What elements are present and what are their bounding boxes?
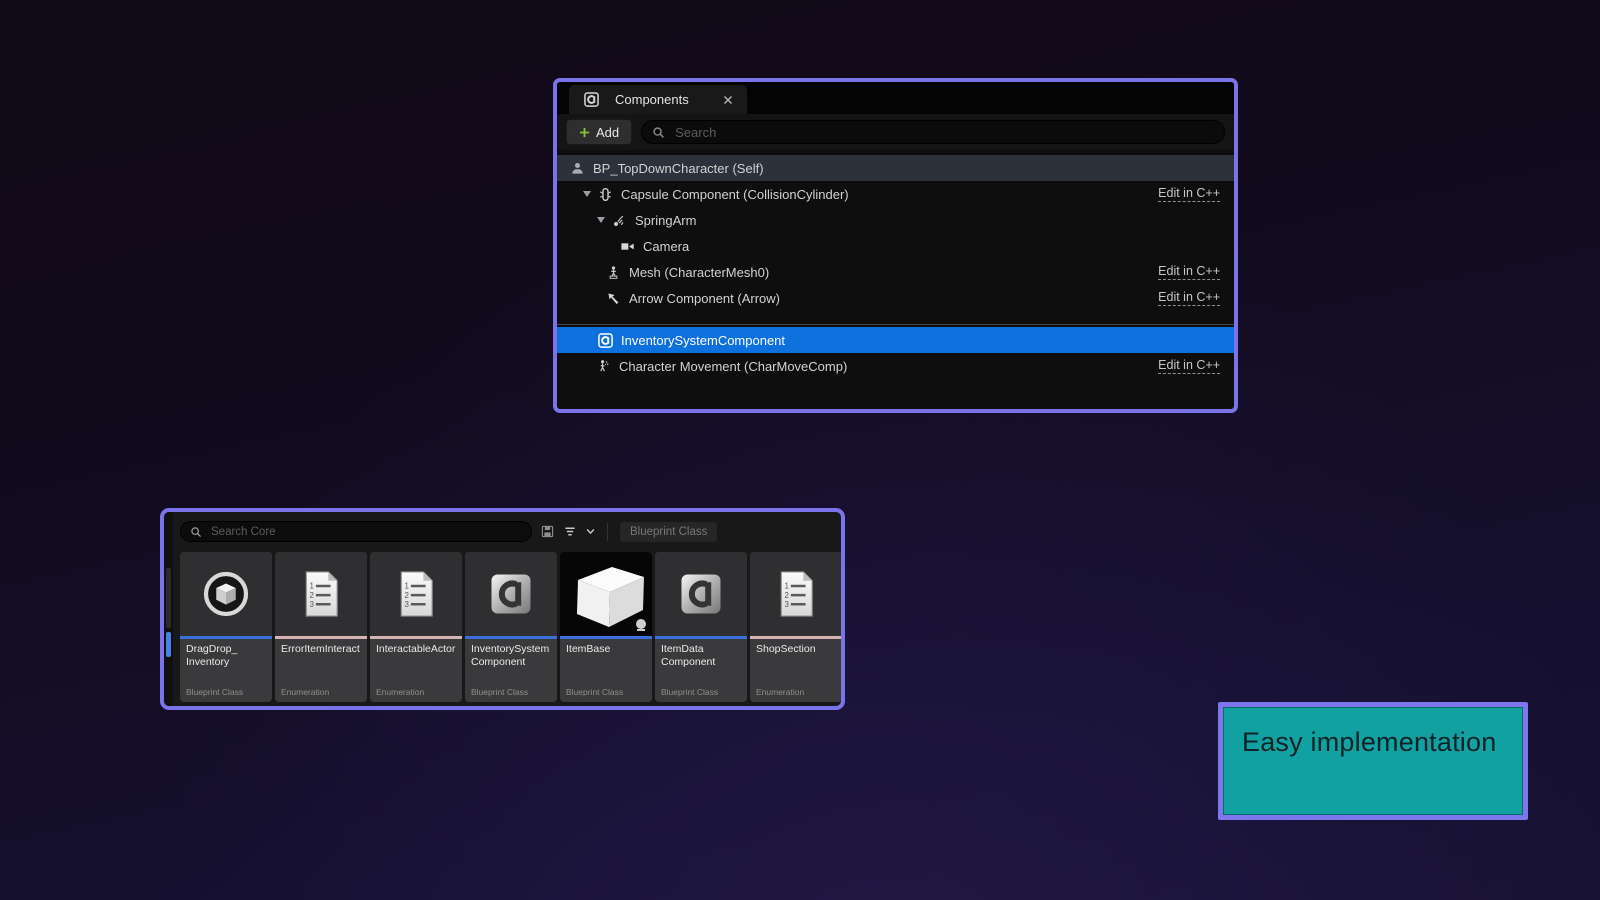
character-movement-icon <box>595 358 612 375</box>
tree-row-spring-arm[interactable]: SpringArm <box>557 207 1234 233</box>
tree-row-label: Arrow Component (Arrow) <box>629 291 780 306</box>
edit-in-cpp-link[interactable]: Edit in C++ <box>1158 264 1220 280</box>
tree-row-capsule-component[interactable]: Capsule Component (CollisionCylinder) Ed… <box>557 181 1234 207</box>
asset-card-erroriteminteract[interactable]: 123 ErrorItemInteract Enumeration <box>275 552 367 702</box>
capsule-icon <box>597 186 614 203</box>
enum-document-icon: 123 <box>275 552 367 636</box>
asset-card-itembase[interactable]: ItemBase Blueprint Class <box>560 552 652 702</box>
asset-card-interactableactor[interactable]: 123 InteractableActor Enumeration <box>370 552 462 702</box>
asset-type: Blueprint Class <box>180 687 272 702</box>
filter-icon[interactable] <box>563 525 577 538</box>
svg-text:2: 2 <box>310 591 315 600</box>
plus-icon <box>579 127 590 138</box>
character-bust-icon <box>569 160 586 177</box>
asset-type: Blueprint Class <box>465 687 557 702</box>
chevron-down-icon[interactable] <box>586 528 595 535</box>
components-panel: Components Add BP_TopDownCharacter (Self… <box>553 78 1238 413</box>
expander-icon[interactable] <box>583 191 591 197</box>
tab-components[interactable]: Components <box>569 85 747 114</box>
tree-row-arrow-component[interactable]: Arrow Component (Arrow) Edit in C++ <box>557 285 1234 311</box>
search-icon <box>190 526 202 538</box>
asset-name: ItemBase <box>560 639 652 687</box>
edit-in-cpp-link[interactable]: Edit in C++ <box>1158 358 1220 374</box>
components-search-input[interactable] <box>673 124 1214 141</box>
asset-card-inventorysystemcomponent[interactable]: InventorySystem Component Blueprint Clas… <box>465 552 557 702</box>
tree-row-camera[interactable]: Camera <box>557 233 1234 259</box>
search-icon <box>652 126 665 139</box>
svg-text:3: 3 <box>785 600 790 609</box>
asset-grid: DragDrop_ Inventory Blueprint Class 123 … <box>180 552 842 702</box>
components-tree: BP_TopDownCharacter (Self) Capsule Compo… <box>557 150 1234 379</box>
components-tab-bar: Components <box>557 82 1234 114</box>
tree-row-mesh[interactable]: Mesh (CharacterMesh0) Edit in C++ <box>557 259 1234 285</box>
camera-icon <box>619 238 636 255</box>
blueprint-c-icon <box>465 552 557 636</box>
tree-row-self[interactable]: BP_TopDownCharacter (Self) <box>557 155 1234 181</box>
asset-card-dragdrop-inventory[interactable]: DragDrop_ Inventory Blueprint Class <box>180 552 272 702</box>
tree-row-label: Camera <box>643 239 689 254</box>
asset-type: Enumeration <box>275 687 367 702</box>
edit-in-cpp-link[interactable]: Edit in C++ <box>1158 290 1220 306</box>
tree-row-label: InventorySystemComponent <box>621 333 785 348</box>
tree-row-label: BP_TopDownCharacter (Self) <box>593 161 764 176</box>
components-search-field[interactable] <box>641 120 1225 144</box>
white-cube-render <box>560 552 652 636</box>
asset-name: DragDrop_ Inventory <box>180 639 272 687</box>
asset-search-input[interactable] <box>209 525 522 539</box>
asset-card-shopsection[interactable]: 123 ShopSection Enumeration <box>750 552 842 702</box>
blueprint-class-icon <box>597 332 614 349</box>
asset-card-itemdata-component[interactable]: ItemData Component Blueprint Class <box>655 552 747 702</box>
svg-text:3: 3 <box>405 600 410 609</box>
tree-row-label: Capsule Component (CollisionCylinder) <box>621 187 849 202</box>
asset-type: Blueprint Class <box>655 687 747 702</box>
filter-chip-blueprint-class[interactable]: Blueprint Class <box>620 522 717 542</box>
scrollbar-thumb[interactable] <box>166 632 171 657</box>
enum-document-icon: 123 <box>750 552 842 636</box>
svg-text:1: 1 <box>310 582 315 591</box>
tab-label: Components <box>615 92 689 107</box>
enum-document-icon: 123 <box>370 552 462 636</box>
tree-row-character-movement[interactable]: Character Movement (CharMoveComp) Edit i… <box>557 353 1234 379</box>
asset-name: ErrorItemInteract <box>275 639 367 687</box>
content-browser-panel: Blueprint Class DragDrop_ Inventory Blue… <box>160 508 845 710</box>
asset-type: Enumeration <box>370 687 462 702</box>
content-browser-toolbar: Blueprint Class <box>164 512 841 544</box>
svg-text:2: 2 <box>405 591 410 600</box>
asset-type: Enumeration <box>750 687 842 702</box>
components-toolbar: Add <box>557 114 1234 150</box>
expander-icon[interactable] <box>597 217 605 223</box>
save-icon[interactable] <box>541 525 554 538</box>
svg-text:3: 3 <box>310 600 315 609</box>
svg-text:1: 1 <box>405 582 410 591</box>
toolbar-divider <box>607 523 608 541</box>
asset-type: Blueprint Class <box>560 687 652 702</box>
content-browser-scrollbar[interactable] <box>164 512 173 706</box>
add-button-label: Add <box>596 125 619 140</box>
svg-text:1: 1 <box>785 582 790 591</box>
asset-name: ShopSection <box>750 639 842 687</box>
callout-box: Easy implementation <box>1218 702 1528 820</box>
add-component-button[interactable]: Add <box>566 119 632 145</box>
tree-row-label: Mesh (CharacterMesh0) <box>629 265 769 280</box>
arrow-icon <box>605 290 622 307</box>
svg-text:2: 2 <box>785 591 790 600</box>
tree-row-label: Character Movement (CharMoveComp) <box>619 359 847 374</box>
blueprint-c-icon <box>655 552 747 636</box>
scrollbar-segment <box>166 568 171 628</box>
skeletal-mesh-icon <box>605 264 622 281</box>
asset-name: InteractableActor <box>370 639 462 687</box>
tree-row-label: SpringArm <box>635 213 696 228</box>
asset-name: ItemData Component <box>655 639 747 687</box>
tree-row-inventory-system-component[interactable]: InventorySystemComponent <box>557 327 1234 353</box>
blueprint-class-icon <box>583 91 600 108</box>
callout-text: Easy implementation <box>1223 707 1523 758</box>
spring-arm-icon <box>611 212 628 229</box>
asset-search-field[interactable] <box>180 521 532 542</box>
edit-in-cpp-link[interactable]: Edit in C++ <box>1158 186 1220 202</box>
sphere-cube-icon <box>180 552 272 636</box>
close-icon[interactable] <box>723 95 733 105</box>
asset-name: InventorySystem Component <box>465 639 557 687</box>
